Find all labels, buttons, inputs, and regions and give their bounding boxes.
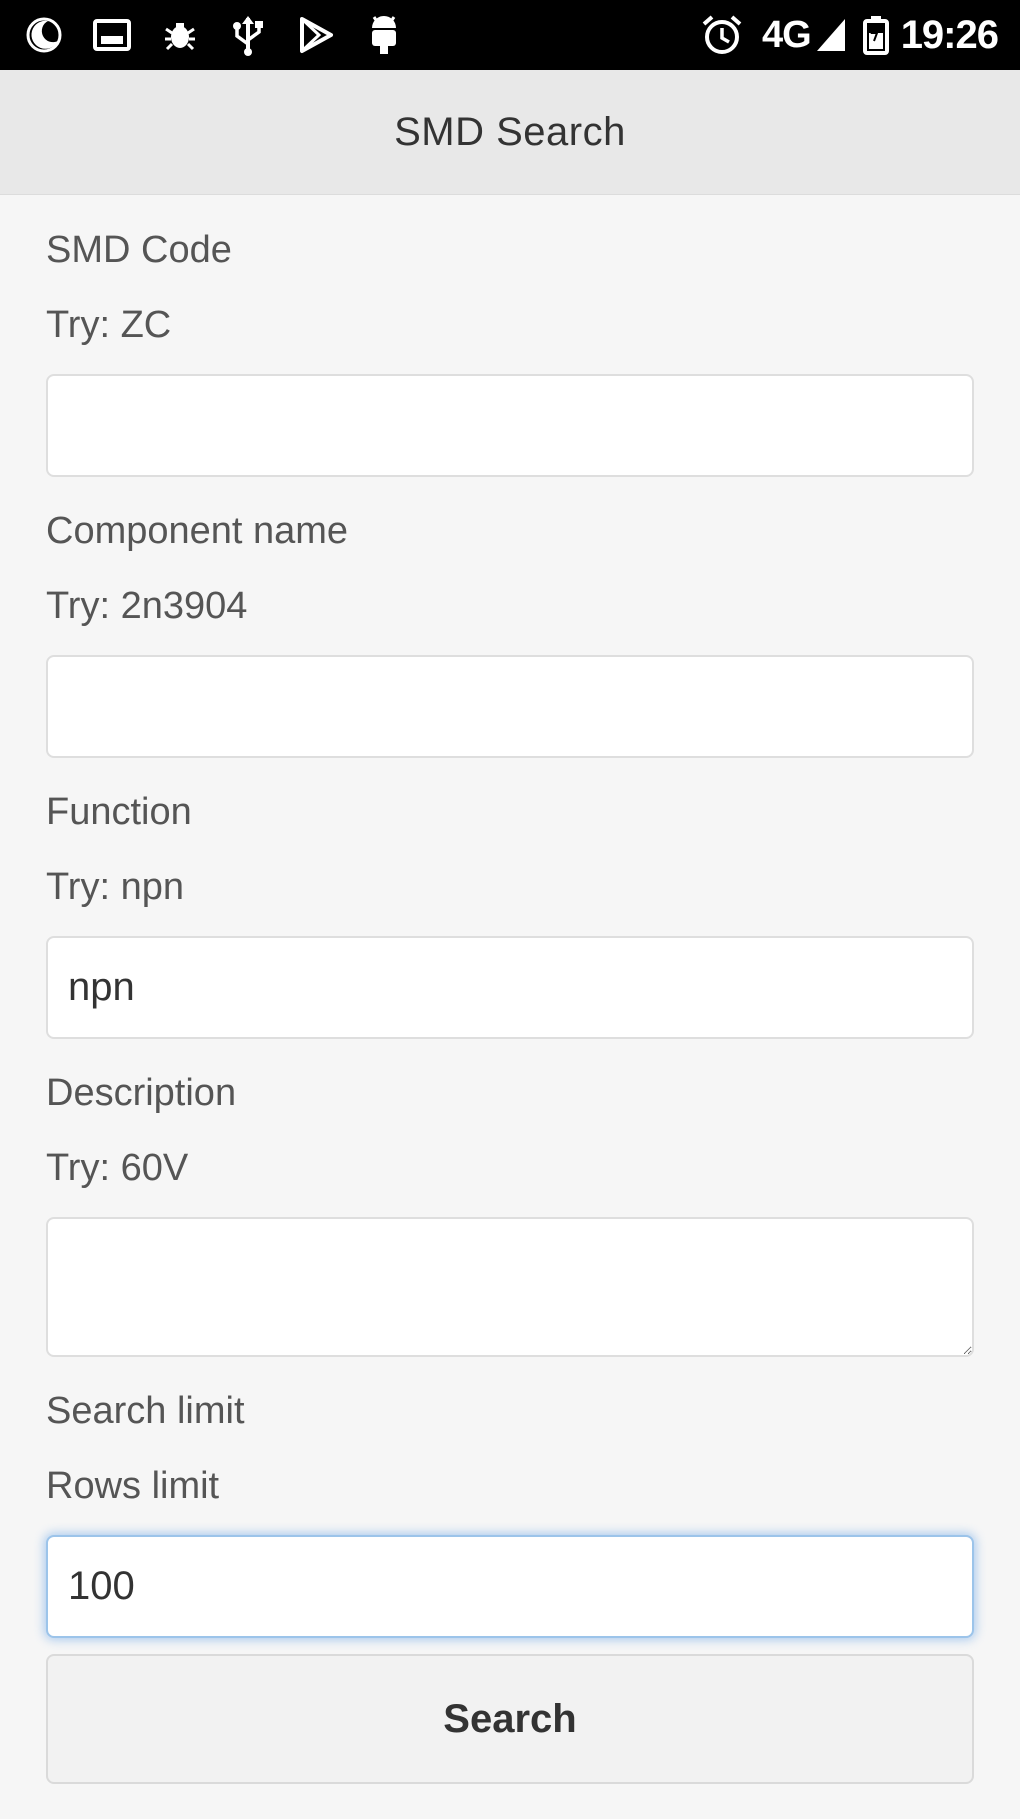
image-icon bbox=[92, 13, 132, 57]
status-bar: 4G 19:26 bbox=[0, 0, 1020, 70]
battery-icon bbox=[862, 13, 889, 57]
network-type-label: 4G bbox=[761, 13, 812, 56]
component-name-label: Component name bbox=[46, 510, 349, 552]
smd-code-input[interactable] bbox=[46, 374, 974, 477]
moon-icon bbox=[24, 13, 64, 57]
function-label: Function bbox=[46, 791, 192, 833]
alarm-icon bbox=[700, 13, 744, 57]
system-icons: 4G 19:26 bbox=[684, 12, 999, 58]
app-header: SMD Search bbox=[0, 70, 1020, 195]
description-textarea[interactable] bbox=[46, 1217, 974, 1357]
search-button[interactable]: Search bbox=[46, 1654, 974, 1784]
play-store-icon bbox=[296, 13, 336, 57]
search-limit-hint: Rows limit bbox=[46, 1465, 220, 1507]
clock: 19:26 bbox=[900, 12, 999, 57]
notification-icons bbox=[24, 13, 432, 57]
description-label: Description bbox=[46, 1072, 237, 1114]
bug-icon bbox=[160, 13, 200, 57]
search-limit-label: Search limit bbox=[46, 1390, 245, 1432]
function-hint: Try: npn bbox=[46, 866, 184, 908]
smd-code-label: SMD Code bbox=[46, 229, 232, 271]
page-title: SMD Search bbox=[394, 109, 626, 154]
smd-code-hint: Try: ZC bbox=[46, 304, 172, 346]
android-debug-icon bbox=[364, 13, 404, 57]
function-input[interactable] bbox=[46, 936, 974, 1039]
search-form: SMD Code Try: ZC Component name Try: 2n3… bbox=[46, 194, 974, 1784]
usb-icon bbox=[228, 13, 268, 57]
component-name-hint: Try: 2n3904 bbox=[46, 585, 248, 627]
rows-limit-input[interactable] bbox=[46, 1535, 974, 1638]
signal-icon bbox=[815, 13, 847, 57]
description-hint: Try: 60V bbox=[46, 1147, 189, 1189]
component-name-input[interactable] bbox=[46, 655, 974, 758]
